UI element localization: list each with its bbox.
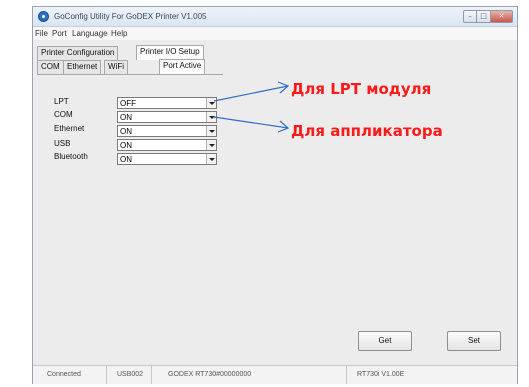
status-port: USB002 <box>107 366 152 384</box>
menu-file[interactable]: File <box>35 29 48 38</box>
ethernet-select-value: ON <box>120 127 132 136</box>
chevron-down-icon[interactable] <box>206 154 216 164</box>
menu-bar: File Port Language Help <box>33 27 517 40</box>
ethernet-select[interactable]: ON <box>117 125 217 137</box>
status-device: GODEX RT730#00000000 <box>152 366 347 384</box>
title-bar: GoConfig Utility For GoDEX Printer V1.00… <box>33 7 517 27</box>
com-select[interactable]: ON <box>117 111 217 123</box>
menu-help[interactable]: Help <box>111 29 127 38</box>
minimize-button[interactable]: – <box>463 10 477 23</box>
menu-language[interactable]: Language <box>72 29 108 38</box>
label-ethernet: Ethernet <box>54 124 85 133</box>
tab-com[interactable]: COM <box>37 60 64 74</box>
tab-printer-configuration[interactable]: Printer Configuration <box>37 46 119 60</box>
chevron-down-icon[interactable] <box>206 126 216 136</box>
main-panel: Printer Configuration Printer I/O Setup … <box>33 40 517 365</box>
bluetooth-select[interactable]: ON <box>117 153 217 165</box>
chevron-down-icon[interactable] <box>206 98 216 108</box>
close-button[interactable]: ✕ <box>491 10 513 23</box>
get-button[interactable]: Get <box>358 331 412 351</box>
status-firmware: RT730i V1.00E <box>357 371 405 378</box>
tab-printer-io-setup[interactable]: Printer I/O Setup <box>136 45 204 60</box>
usb-select[interactable]: ON <box>117 139 217 151</box>
lpt-select-value: OFF <box>120 99 136 108</box>
label-bluetooth: Bluetooth <box>54 152 88 161</box>
com-select-value: ON <box>120 113 132 122</box>
menu-port[interactable]: Port <box>52 29 67 38</box>
label-usb: USB <box>54 139 71 148</box>
annotation-applicator: Для аппликатора <box>291 122 443 140</box>
app-logo-icon <box>38 11 49 22</box>
chevron-down-icon[interactable] <box>206 140 216 150</box>
label-lpt: LPT <box>54 97 69 106</box>
window-title: GoConfig Utility For GoDEX Printer V1.00… <box>54 12 207 21</box>
chevron-down-icon[interactable] <box>206 112 216 122</box>
set-button[interactable]: Set <box>447 331 501 351</box>
lpt-select[interactable]: OFF <box>117 97 217 109</box>
usb-select-value: ON <box>120 141 132 150</box>
tab-divider <box>37 74 223 75</box>
status-connection: Connected <box>33 366 107 384</box>
tab-port-active[interactable]: Port Active <box>159 59 206 74</box>
label-com: COM <box>54 110 73 119</box>
application-window: GoConfig Utility For GoDEX Printer V1.00… <box>32 6 518 384</box>
status-bar: Connected USB002 GODEX RT730#00000000 RT… <box>33 365 517 384</box>
bluetooth-select-value: ON <box>120 155 132 164</box>
annotation-lpt-module: Для LPT модуля <box>291 80 432 98</box>
tab-ethernet[interactable]: Ethernet <box>63 60 102 74</box>
tab-wifi[interactable]: WiFi <box>104 60 128 74</box>
maximize-button[interactable]: □ <box>477 10 491 23</box>
